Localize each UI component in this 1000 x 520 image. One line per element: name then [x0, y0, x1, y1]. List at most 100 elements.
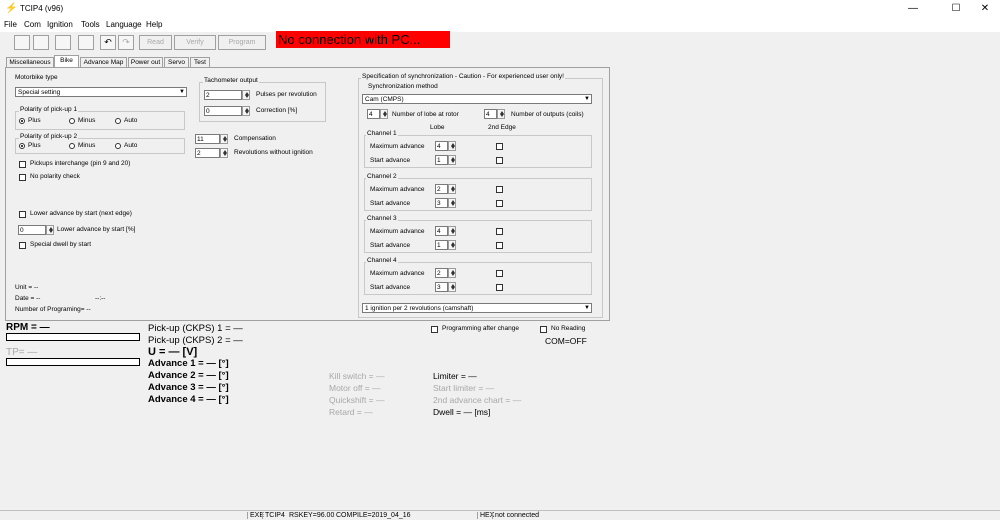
compensation-spinner[interactable]	[220, 134, 228, 144]
channel3-max-input[interactable]: 4	[435, 226, 448, 236]
pulses-spinner[interactable]	[242, 90, 250, 100]
channel2-start-2nd-checkbox[interactable]	[496, 200, 503, 207]
start-limiter-readout: Start limiter = —	[433, 383, 495, 393]
polarity1-auto-radio[interactable]	[115, 118, 121, 124]
channel4-start-spinner[interactable]	[448, 282, 456, 292]
channel3-start-2nd-checkbox[interactable]	[496, 242, 503, 249]
menu-help[interactable]: Help	[146, 20, 162, 29]
maximize-button[interactable]: ☐	[941, 0, 971, 18]
rev-without-input[interactable]: 2	[195, 148, 220, 158]
lower-advance-next-edge-checkbox[interactable]	[19, 211, 26, 218]
verify-button[interactable]: Verify	[174, 35, 216, 50]
ckps1-readout: Pick-up (CKPS) 1 = —	[148, 323, 243, 334]
polarity2-plus-label: Plus	[28, 142, 41, 149]
polarity2-minus-radio[interactable]	[69, 143, 75, 149]
pulses-label: Pulses per revolution	[256, 91, 317, 98]
lobe-spinner[interactable]	[380, 109, 388, 119]
compensation-input[interactable]: 11	[195, 134, 220, 144]
channel3-start-spinner[interactable]	[448, 240, 456, 250]
rpm-readout: RPM = —	[6, 322, 50, 333]
channel4-max-2nd-checkbox[interactable]	[496, 270, 503, 277]
programming-after-change-checkbox[interactable]	[431, 326, 438, 333]
menu-com[interactable]: Com	[24, 20, 41, 29]
special-dwell-checkbox[interactable]	[19, 242, 26, 249]
no-polarity-check-checkbox[interactable]	[19, 174, 26, 181]
polarity1-minus-radio[interactable]	[69, 118, 75, 124]
sync-title: Specification of synchronization - Cauti…	[361, 73, 565, 80]
lobe-input[interactable]: 4	[367, 109, 380, 119]
menu-language[interactable]: Language	[106, 20, 142, 29]
lower-advance-label: Lower advance by start [%]	[57, 226, 136, 233]
polarity2-plus-radio[interactable]	[19, 143, 25, 149]
lobe-label: Number of lobe at rotor	[392, 111, 459, 118]
channel1-max-label: Maximum advance	[370, 143, 425, 150]
save-icon[interactable]	[55, 35, 71, 50]
advance1-readout: Advance 1 = — [°]	[148, 358, 229, 369]
kill-switch-readout: Kill switch = —	[329, 371, 385, 381]
channel3-start-input[interactable]: 1	[435, 240, 448, 250]
programming-after-change-label: Programming after change	[442, 325, 519, 332]
tacho-label: Tachometer output	[203, 77, 259, 84]
polarity1-plus-radio[interactable]	[19, 118, 25, 124]
rev-without-spinner[interactable]	[220, 148, 228, 158]
print-icon[interactable]	[78, 35, 94, 50]
channel2-max-2nd-checkbox[interactable]	[496, 186, 503, 193]
motorbike-type-value: Special setting	[18, 89, 61, 96]
redo-icon[interactable]: ↷	[118, 35, 134, 50]
sync-method-select[interactable]: Cam (CMPS) ▼	[362, 94, 592, 104]
pickups-interchange-checkbox[interactable]	[19, 161, 26, 168]
menu-tools[interactable]: Tools	[81, 20, 100, 29]
sync-method-label: Synchronization method	[368, 83, 438, 90]
close-button[interactable]: ✕	[970, 0, 1000, 18]
date-time-text: --:--	[95, 295, 106, 302]
correction-input[interactable]: 0	[204, 106, 242, 116]
title-bar: ⚡ TCIP4 (v96) — ☐ ✕	[0, 0, 1000, 18]
outputs-label: Number of outputs (coils)	[511, 111, 584, 118]
outputs-spinner[interactable]	[497, 109, 505, 119]
channel3-max-spinner[interactable]	[448, 226, 456, 236]
pulses-input[interactable]: 2	[204, 90, 242, 100]
lower-advance-spinner[interactable]	[46, 225, 54, 235]
outputs-input[interactable]: 4	[484, 109, 497, 119]
motorbike-type-select[interactable]: Special setting ▼	[15, 87, 187, 97]
channel4-start-input[interactable]: 3	[435, 282, 448, 292]
channel2-max-input[interactable]: 2	[435, 184, 448, 194]
channel1-start-spinner[interactable]	[448, 155, 456, 165]
no-reading-checkbox[interactable]	[540, 326, 547, 333]
menu-file[interactable]: File	[4, 20, 17, 29]
channel1-max-spinner[interactable]	[448, 141, 456, 151]
menu-bar: File Com Ignition Tools Language Help	[0, 18, 1000, 32]
chevron-down-icon: ▼	[584, 305, 590, 311]
new-file-icon[interactable]	[14, 35, 30, 50]
channel4-max-spinner[interactable]	[448, 268, 456, 278]
date-text: Date = --	[15, 295, 41, 302]
channel1-max-2nd-checkbox[interactable]	[496, 143, 503, 150]
sync-method-value: Cam (CMPS)	[365, 96, 404, 103]
lower-advance-input[interactable]: 0	[18, 225, 46, 235]
menu-ignition[interactable]: Ignition	[47, 20, 73, 29]
status-compile: COMPILE=2019_04_16	[336, 512, 411, 519]
correction-spinner[interactable]	[242, 106, 250, 116]
open-folder-icon[interactable]	[33, 35, 49, 50]
undo-icon[interactable]: ↶	[100, 35, 116, 50]
channel2-label: Channel 2	[366, 173, 398, 180]
channel1-start-2nd-checkbox[interactable]	[496, 157, 503, 164]
channel3-max-2nd-checkbox[interactable]	[496, 228, 503, 235]
unit-text: Unit = --	[15, 284, 39, 291]
pickups-interchange-label: Pickups interchange (pin 9 and 20)	[30, 160, 131, 167]
minimize-button[interactable]: —	[898, 0, 928, 18]
polarity2-auto-radio[interactable]	[115, 143, 121, 149]
channel4-label: Channel 4	[366, 257, 398, 264]
channel2-max-spinner[interactable]	[448, 184, 456, 194]
channel1-start-input[interactable]: 1	[435, 155, 448, 165]
channel4-start-2nd-checkbox[interactable]	[496, 284, 503, 291]
col-2nd-edge-label: 2nd Edge	[488, 124, 516, 131]
channel2-start-input[interactable]: 3	[435, 198, 448, 208]
ignition-mode-select[interactable]: 1 ignition per 2 revolutions (camshaft) ▼	[362, 303, 592, 313]
channel4-max-input[interactable]: 2	[435, 268, 448, 278]
read-button[interactable]: Read	[139, 35, 172, 50]
program-button[interactable]: Program	[218, 35, 266, 50]
channel2-start-spinner[interactable]	[448, 198, 456, 208]
channel1-max-input[interactable]: 4	[435, 141, 448, 151]
no-polarity-check-label: No polarity check	[30, 173, 80, 180]
